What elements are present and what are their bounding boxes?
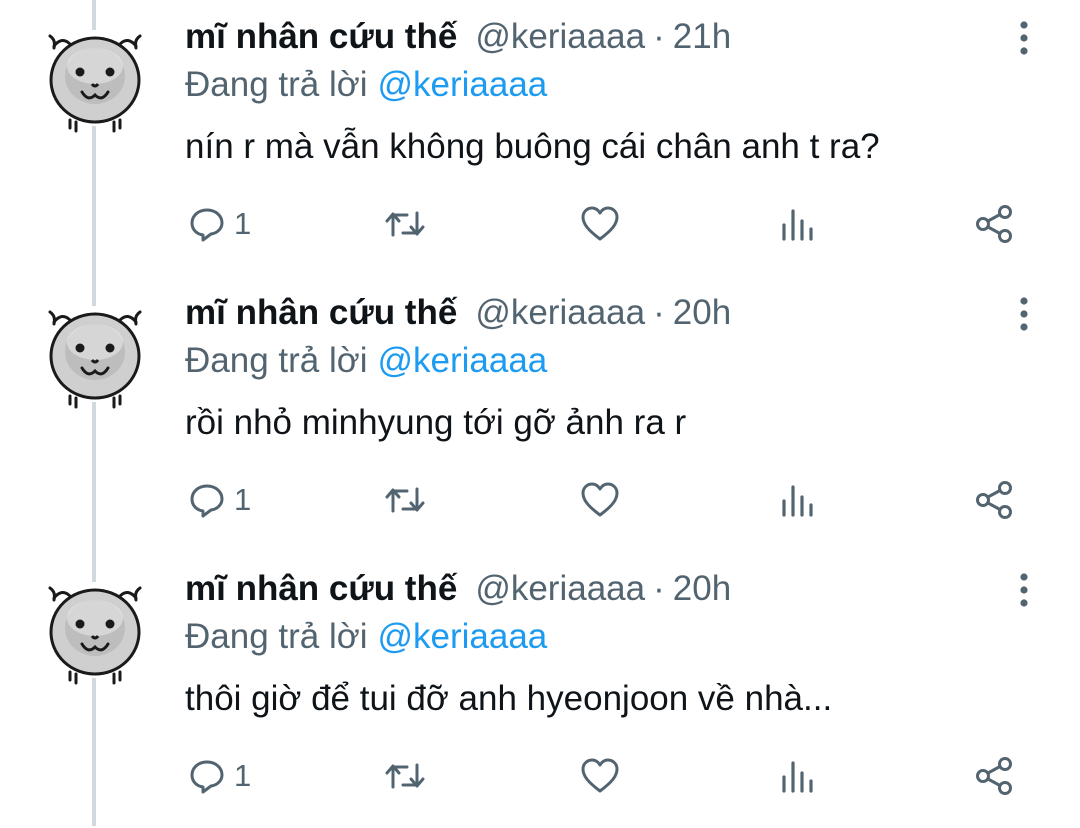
user-handle[interactable]: @keriaaaa xyxy=(475,290,645,336)
tweet[interactable]: mĩ nhân cứu thế @keriaaaa · 20h Đang trả… xyxy=(0,276,1080,552)
reply-icon xyxy=(190,208,224,242)
reply-icon xyxy=(190,484,224,518)
like-icon xyxy=(581,758,619,793)
reply-count: 1 xyxy=(234,482,252,517)
tweet-text: nín r mà vẫn không buông cái chân anh t … xyxy=(185,127,880,166)
replying-to: Đang trả lời @keriaaaa xyxy=(185,62,547,108)
reply-button[interactable]: 1 xyxy=(188,748,251,804)
views-button[interactable] xyxy=(780,748,816,804)
retweet-icon xyxy=(385,763,425,789)
user-handle[interactable]: @keriaaaa xyxy=(475,14,645,60)
replying-to: Đang trả lời @keriaaaa xyxy=(185,614,547,660)
views-icon xyxy=(782,761,813,793)
tweet-actions: 1 xyxy=(0,472,1080,528)
more-button[interactable] xyxy=(1012,294,1036,334)
tweet-actions: 1 xyxy=(0,196,1080,252)
more-vertical-icon xyxy=(1020,573,1028,607)
user-handle[interactable]: @keriaaaa xyxy=(475,566,645,612)
tweet-actions: 1 xyxy=(0,748,1080,804)
views-icon xyxy=(782,485,813,517)
replying-to-label: Đang trả lời xyxy=(185,65,368,104)
retweet-button[interactable] xyxy=(383,196,427,252)
reply-count: 1 xyxy=(234,206,252,241)
replying-to-label: Đang trả lời xyxy=(185,341,368,380)
tweet-header: mĩ nhân cứu thế @keriaaaa · 20h xyxy=(185,566,731,612)
retweet-icon xyxy=(385,487,425,513)
views-icon xyxy=(782,209,813,241)
share-icon xyxy=(976,757,1012,795)
like-icon xyxy=(581,482,619,517)
tweet-header: mĩ nhân cứu thế @keriaaaa · 21h xyxy=(185,14,731,60)
more-button[interactable] xyxy=(1012,18,1036,58)
avatar-cat-icon xyxy=(47,30,143,133)
like-button[interactable] xyxy=(580,472,620,528)
reply-button[interactable]: 1 xyxy=(188,472,251,528)
views-button[interactable] xyxy=(780,472,816,528)
display-name[interactable]: mĩ nhân cứu thế xyxy=(185,566,457,612)
views-button[interactable] xyxy=(780,196,816,252)
reply-mention-link[interactable]: @keriaaaa xyxy=(377,617,547,656)
tweet-header: mĩ nhân cứu thế @keriaaaa · 20h xyxy=(185,290,731,336)
share-icon xyxy=(976,205,1012,243)
replying-to-label: Đang trả lời xyxy=(185,617,368,656)
reply-mention-link[interactable]: @keriaaaa xyxy=(377,341,547,380)
separator-dot: · xyxy=(653,17,665,56)
like-button[interactable] xyxy=(580,196,620,252)
retweet-button[interactable] xyxy=(383,472,427,528)
avatar[interactable] xyxy=(40,296,150,411)
avatar[interactable] xyxy=(40,572,150,687)
reply-mention-link[interactable]: @keriaaaa xyxy=(377,65,547,104)
share-button[interactable] xyxy=(974,748,1016,804)
more-button[interactable] xyxy=(1012,570,1036,610)
tweet[interactable]: mĩ nhân cứu thế @keriaaaa · 21h Đang trả… xyxy=(0,0,1080,276)
display-name[interactable]: mĩ nhân cứu thế xyxy=(185,14,457,60)
replying-to: Đang trả lời @keriaaaa xyxy=(185,338,547,384)
more-vertical-icon xyxy=(1020,297,1028,331)
separator-dot: · xyxy=(653,569,665,608)
timestamp[interactable]: 21h xyxy=(673,14,731,60)
share-button[interactable] xyxy=(974,196,1016,252)
reply-button[interactable]: 1 xyxy=(188,196,251,252)
reply-count: 1 xyxy=(234,758,252,793)
timestamp[interactable]: 20h xyxy=(673,566,731,612)
tweet[interactable]: mĩ nhân cứu thế @keriaaaa · 20h Đang trả… xyxy=(0,552,1080,828)
display-name[interactable]: mĩ nhân cứu thế xyxy=(185,290,457,336)
avatar-cat-icon xyxy=(47,306,143,409)
avatar-cat-icon xyxy=(47,582,143,685)
more-vertical-icon xyxy=(1020,21,1028,55)
retweet-button[interactable] xyxy=(383,748,427,804)
reply-icon xyxy=(190,760,224,794)
retweet-icon xyxy=(385,211,425,237)
share-icon xyxy=(976,481,1012,519)
tweet-text: thôi giờ để tui đỡ anh hyeonjoon về nhà.… xyxy=(185,679,833,718)
tweet-text: rồi nhỏ minhyung tới gỡ ảnh ra r xyxy=(185,403,687,442)
avatar[interactable] xyxy=(40,20,150,135)
like-icon xyxy=(581,206,619,241)
timestamp[interactable]: 20h xyxy=(673,290,731,336)
share-button[interactable] xyxy=(974,472,1016,528)
like-button[interactable] xyxy=(580,748,620,804)
separator-dot: · xyxy=(653,293,665,332)
